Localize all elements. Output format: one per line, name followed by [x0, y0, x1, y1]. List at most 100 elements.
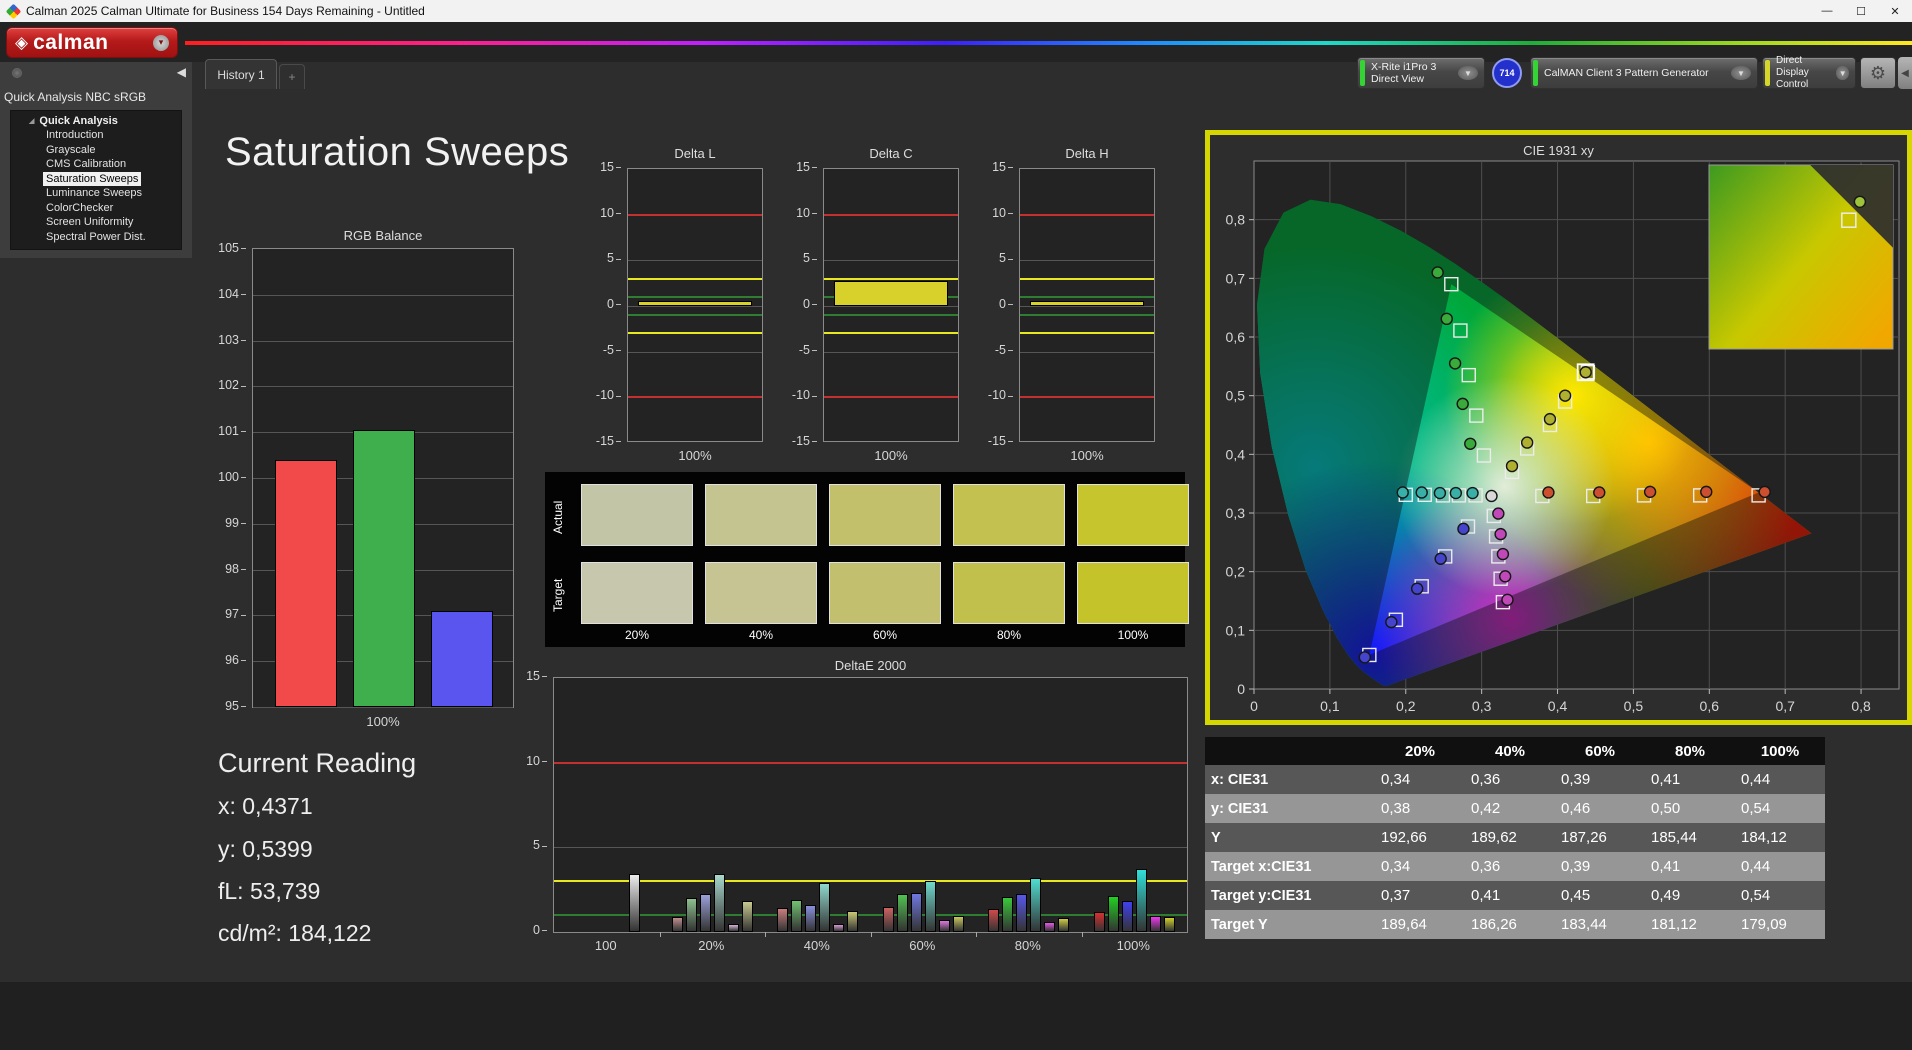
tree-expander-icon[interactable]: ◢ — [29, 117, 34, 125]
svg-text:0,6: 0,6 — [1700, 698, 1720, 714]
sidebar-item-grayscale[interactable]: Grayscale — [43, 143, 99, 158]
cie-1931-panel: CIE 1931 xy 0 0,1 0,2 0,3 0,4 0,5 0,6 0,7 0,8 0 0,… — [1205, 130, 1912, 725]
cie-measured-yellow — [1520, 436, 1534, 449]
sidebar-item-colorchecker[interactable]: ColorChecker — [43, 201, 116, 216]
close-button[interactable]: ✕ — [1878, 0, 1912, 22]
source-dropdown-icon[interactable]: ▼ — [1731, 66, 1751, 80]
panel-collapse-icon[interactable]: ◀ — [1898, 57, 1912, 89]
calman-dropdown-icon[interactable]: ▾ — [153, 34, 169, 51]
swatch-col-label: 40% — [748, 628, 774, 642]
cie-measured-yellow — [1505, 459, 1519, 473]
delta_h-ytick: 10 — [979, 206, 1013, 220]
tree-root-quick-analysis[interactable]: ◢ Quick Analysis — [11, 114, 181, 128]
cie-measured-green — [1440, 312, 1453, 326]
svg-text:0,1: 0,1 — [1320, 698, 1340, 714]
rgb-ytick: 99 — [212, 516, 246, 530]
ref-line — [1020, 295, 1154, 298]
delta_h-ytick: -15 — [979, 434, 1013, 448]
svg-text:0,2: 0,2 — [1226, 564, 1246, 580]
sidebar-item-screen-uniformity[interactable]: Screen Uniformity — [43, 215, 136, 230]
rgb-balance-title: RGB Balance — [343, 228, 423, 243]
rgb-bar-green — [353, 429, 415, 707]
svg-text:0,8: 0,8 — [1226, 212, 1246, 228]
ref-line — [1020, 213, 1154, 216]
current-reading-title: Current Reading — [218, 748, 417, 778]
cie-measured-red — [1542, 486, 1555, 499]
deltae-bar-20%-1 — [685, 898, 697, 932]
cie-measured-cyan — [1449, 486, 1463, 500]
deltae-bar-100%-5 — [1163, 916, 1175, 932]
rgb-ytick: 104 — [212, 287, 246, 301]
minimize-button[interactable]: — — [1810, 0, 1844, 22]
sidebar-item-spectral-power-dist-[interactable]: Spectral Power Dist. — [43, 230, 149, 245]
workflow-tree: ◢ Quick Analysis Introduction Grayscale CM… — [10, 110, 182, 250]
deltae-bar-100-0 — [629, 874, 641, 932]
settings-gear-icon[interactable]: ⚙ — [1860, 57, 1896, 89]
sidebar-options-dot[interactable] — [12, 68, 22, 78]
source-button[interactable]: CalMAN Client 3 Pattern Generator ▼ — [1530, 57, 1758, 89]
table-cell: 0,44 — [1735, 852, 1825, 881]
calman-menu-button[interactable]: ◈ calman ▾ — [6, 27, 178, 58]
table-cell: 189,64 — [1375, 910, 1465, 939]
rainbow-divider — [185, 41, 1912, 45]
display-dropdown-icon[interactable]: ▼ — [1836, 66, 1849, 80]
table-cell: 0,41 — [1645, 765, 1735, 794]
swatch-actual-60% — [829, 484, 941, 546]
cie-measured-yellow — [1543, 412, 1557, 426]
sidebar-item-introduction[interactable]: Introduction — [43, 128, 106, 143]
sidebar-collapse-icon[interactable]: ◀ — [177, 65, 186, 79]
delta_h-xlabel: 100% — [1070, 448, 1104, 463]
ref-line — [1020, 332, 1154, 335]
deltae-bar-60%-1 — [896, 893, 908, 932]
cie-measured-magenta — [1496, 547, 1510, 561]
deltae-bar-100%-3 — [1135, 869, 1147, 932]
swatch-target-60% — [829, 562, 941, 624]
delta_h-ytick: 5 — [979, 251, 1013, 265]
deltae-group-label: 60% — [909, 938, 936, 953]
gridline — [824, 306, 958, 307]
delta_l-bar — [638, 300, 752, 306]
current-reading-y: y: 0,5399 — [218, 836, 313, 862]
cie-title: CIE 1931 xy — [1523, 143, 1594, 158]
gridline — [253, 294, 513, 296]
meter-dropdown-icon[interactable]: ▼ — [1458, 66, 1478, 80]
deltae-bar-20%-5 — [741, 900, 753, 932]
gridline — [554, 847, 1187, 849]
sidebar-item-saturation-sweeps[interactable]: Saturation Sweeps — [43, 171, 142, 186]
deltae-bar-40%-2 — [805, 904, 817, 932]
table-cell: 192,66 — [1375, 823, 1465, 852]
svg-text:0,6: 0,6 — [1226, 329, 1246, 345]
table-header-80%: 80% — [1645, 737, 1735, 765]
deltae-bar-20%-4 — [727, 924, 739, 932]
table-cell: 0,50 — [1645, 794, 1735, 823]
delta_c-ytick: 5 — [783, 251, 817, 265]
meter-reading-badge[interactable]: 714 — [1492, 58, 1522, 88]
table-cell: 181,12 — [1645, 910, 1735, 939]
display-control-button[interactable]: Direct Display Control ▼ — [1762, 55, 1856, 90]
gridline — [1020, 306, 1154, 307]
tab-history-1[interactable]: History 1 — [205, 59, 277, 89]
rgb-ytick: 101 — [212, 424, 246, 438]
table-row-label: x: CIE31 — [1205, 765, 1375, 794]
calman-logo-icon: ◈ — [15, 32, 29, 52]
deltae-ytick: 10 — [513, 754, 547, 768]
table-header-20%: 20% — [1375, 737, 1465, 765]
gridline — [824, 351, 958, 353]
table-cell: 0,54 — [1735, 881, 1825, 910]
sidebar-item-luminance-sweeps[interactable]: Luminance Sweeps — [43, 186, 145, 201]
source-label: CalMAN Client 3 Pattern Generator — [1544, 67, 1709, 79]
delta_c-ytick: 0 — [783, 297, 817, 311]
ref-line — [628, 396, 762, 399]
gridline — [1020, 260, 1154, 262]
maximize-button[interactable]: ☐ — [1844, 0, 1878, 22]
cie-measured-magenta — [1498, 570, 1512, 583]
cie-measured-green — [1456, 397, 1469, 411]
sidebar-item-cms-calibration[interactable]: CMS Calibration — [43, 157, 129, 172]
meter-button[interactable]: X-Rite i1Pro 3 Direct View ▼ — [1357, 57, 1485, 89]
gridline — [628, 306, 762, 307]
table-cell: 0,41 — [1465, 881, 1555, 910]
cie-measured-green — [1448, 357, 1462, 370]
svg-text:0,7: 0,7 — [1226, 270, 1246, 286]
gridline — [253, 340, 513, 342]
tab-add-button[interactable]: + — [279, 64, 305, 89]
